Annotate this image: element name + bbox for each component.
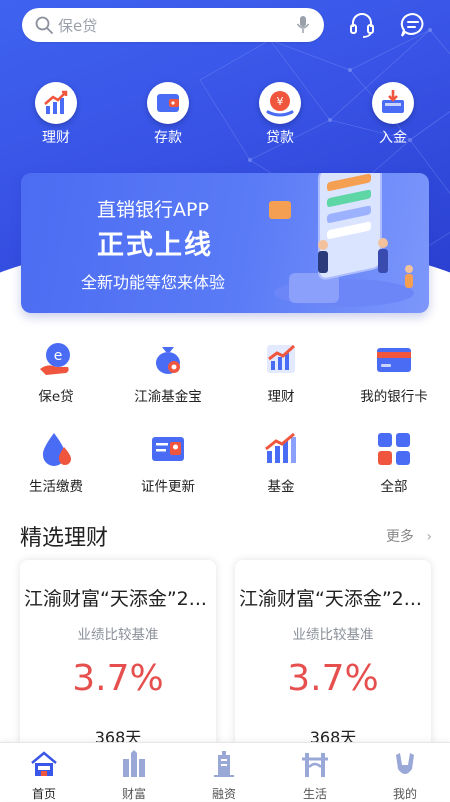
service-id-update[interactable]: 证件更新 (113, 431, 223, 495)
financing-icon (214, 751, 234, 777)
svg-text:e: e (54, 348, 63, 364)
fund-chart-icon (265, 432, 296, 463)
tab-label: 生活 (302, 787, 327, 801)
quick-action-label: 存款 (154, 130, 182, 146)
tab-label: 我的 (392, 787, 417, 801)
promo-banner[interactable]: 直销银行APP 正式上线 全新功能等您来体验 (21, 173, 429, 313)
rate-value: 3.7% (287, 658, 379, 699)
microphone-icon[interactable] (296, 15, 310, 35)
headset-icon[interactable] (347, 10, 377, 40)
tab-life[interactable]: 生活 (285, 749, 345, 802)
service-label: 证件更新 (141, 479, 195, 495)
tab-label: 首页 (31, 787, 56, 801)
product-name: 江渝财富“天添金”2... (24, 588, 207, 610)
quick-action-cunkuan[interactable]: 存款 (128, 82, 208, 147)
search-placeholder: 保e贷 (58, 16, 98, 35)
deposit-icon (372, 82, 414, 124)
quick-action-label: 理财 (42, 130, 70, 146)
tab-financing[interactable]: 融资 (194, 749, 254, 802)
quick-action-daikuan[interactable]: ¥ 贷款 (240, 82, 320, 147)
wallet-icon (147, 82, 189, 124)
wealth-icon (123, 750, 145, 777)
chart-growth-icon (35, 82, 77, 124)
tab-profile[interactable]: 我的 (375, 749, 435, 802)
bottom-tab-bar: 首页 财富 融资 生活 我的 (0, 742, 450, 801)
service-life-payment[interactable]: 生活缴费 (1, 431, 111, 495)
bank-card-icon (377, 348, 411, 372)
chart-growth-icon (267, 344, 296, 373)
service-bank-card[interactable]: 我的银行卡 (339, 341, 449, 405)
service-label: 基金 (267, 479, 295, 495)
product-card[interactable]: 江渝财富“天添金”2... 业绩比较基准 3.7% 368天 (20, 560, 216, 750)
profile-icon (396, 753, 414, 774)
water-drop-icon (42, 433, 71, 466)
service-label: 我的银行卡 (360, 389, 428, 405)
quick-action-label: 贷款 (266, 130, 294, 146)
more-link[interactable]: 更多 › (386, 526, 432, 546)
phone-illustration (269, 173, 414, 307)
service-label: 生活缴费 (29, 479, 83, 495)
tab-home[interactable]: 首页 (14, 749, 74, 802)
service-label: 江渝基金宝 (134, 389, 202, 405)
tab-label: 财富 (121, 787, 146, 801)
benchmark-label: 业绩比较基准 (292, 627, 374, 643)
quick-action-licai[interactable]: 理财 (16, 82, 96, 147)
rate-value: 3.7% (72, 658, 164, 699)
section-title: 精选理财 (20, 526, 109, 551)
service-label: 理财 (267, 389, 295, 405)
home-icon (31, 751, 57, 776)
id-card-icon (152, 437, 184, 461)
banner-line3: 全新功能等您来体验 (81, 273, 226, 292)
chevron-right-icon: › (426, 529, 432, 545)
product-card[interactable]: 江渝财富“天添金”2... 业绩比较基准 3.7% 368天 (235, 560, 431, 750)
grid-icon (378, 433, 410, 465)
service-fund[interactable]: 基金 (226, 431, 336, 495)
banner-line2: 正式上线 (97, 230, 213, 261)
e-loan-icon: e (40, 343, 70, 375)
tab-wealth[interactable]: 财富 (104, 749, 164, 802)
tab-label: 融资 (211, 787, 236, 801)
service-jiangyu-jijinbao[interactable]: 江渝基金宝 (113, 341, 223, 405)
yuan-coin-icon: ¥ (259, 82, 301, 124)
life-icon (302, 753, 328, 777)
money-bag-icon (156, 347, 180, 374)
service-label: 全部 (380, 479, 408, 495)
more-label: 更多 (385, 529, 414, 545)
benchmark-label: 业绩比较基准 (77, 627, 159, 643)
message-icon[interactable] (398, 10, 428, 40)
service-licai[interactable]: 理财 (226, 341, 336, 405)
quick-action-label: 入金 (379, 130, 407, 146)
product-name: 江渝财富“天添金”2... (239, 588, 422, 610)
service-bao-e-dai[interactable]: e 保e贷 (1, 341, 111, 405)
svg-text:¥: ¥ (277, 95, 284, 108)
search-bar[interactable]: 保e贷 (22, 8, 324, 42)
banner-line1: 直销银行APP (97, 199, 209, 221)
search-icon (35, 16, 53, 34)
service-label: 保e贷 (38, 389, 74, 405)
service-all[interactable]: 全部 (339, 431, 449, 495)
quick-action-rujin[interactable]: 入金 (353, 82, 433, 147)
